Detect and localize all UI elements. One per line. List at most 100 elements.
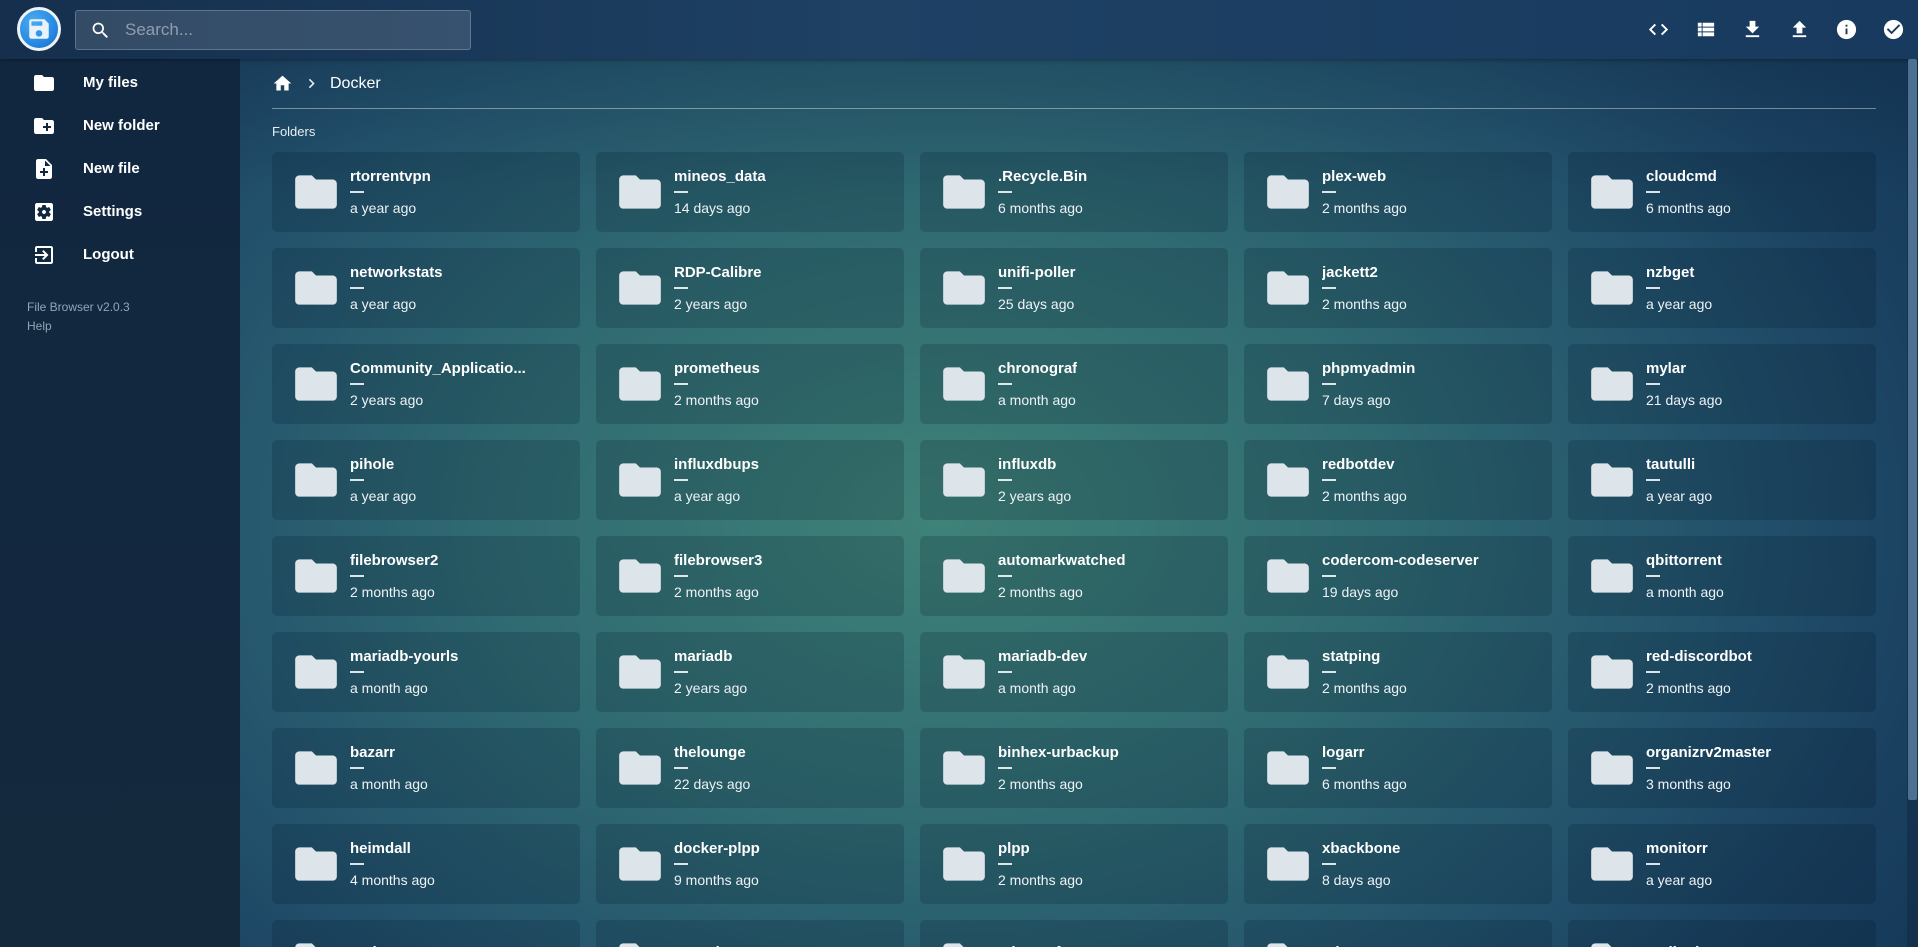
folder-icon — [939, 647, 989, 697]
folder-card[interactable]: plex-web 2 months ago — [1244, 152, 1552, 232]
folder-card[interactable]: code-server — [272, 920, 580, 947]
folder-card[interactable]: thelounge 22 days ago — [596, 728, 904, 808]
folder-card[interactable]: qbittorrent a month ago — [1568, 536, 1876, 616]
folder-modified-time: a month ago — [1646, 584, 1724, 600]
folder-name-dash — [674, 479, 688, 481]
folder-card-text: pihole a year ago — [350, 456, 416, 504]
folder-card[interactable]: xbackbone 8 days ago — [1244, 824, 1552, 904]
folder-name: networkstats — [350, 264, 443, 281]
folder-icon — [291, 455, 341, 505]
sidebar-item-new-file[interactable]: New file — [0, 147, 240, 190]
scrollbar-thumb[interactable] — [1908, 59, 1917, 800]
code-icon — [1647, 18, 1670, 41]
folder-card[interactable]: networkstats a year ago — [272, 248, 580, 328]
folder-card[interactable]: pihole a year ago — [272, 440, 580, 520]
folder-card[interactable]: RDP-Calibre 2 years ago — [596, 248, 904, 328]
folder-card[interactable]: rtorrentvpn a year ago — [272, 152, 580, 232]
folder-card[interactable]: mariadb-dev a month ago — [920, 632, 1228, 712]
scrollbar-track[interactable] — [1907, 59, 1918, 947]
folder-card[interactable]: phpmyadmin 7 days ago — [1244, 344, 1552, 424]
folder-card[interactable]: binhex-urbackup 2 months ago — [920, 728, 1228, 808]
sidebar-footer: File Browser v2.0.3 Help — [27, 298, 240, 336]
folder-name: plpp — [998, 840, 1083, 857]
folder-card[interactable]: filebrowser3 2 months ago — [596, 536, 904, 616]
folder-card[interactable]: heimdall 4 months ago — [272, 824, 580, 904]
folder-card[interactable]: Community_Applicatio... 2 years ago — [272, 344, 580, 424]
folder-icon — [615, 263, 665, 313]
folder-icon — [291, 935, 341, 947]
folder-card[interactable]: nzbget a year ago — [1568, 248, 1876, 328]
sidebar-item-logout[interactable]: Logout — [0, 233, 240, 276]
folder-name: influxdbups — [674, 456, 759, 473]
folder-card[interactable]: influxdb 2 years ago — [920, 440, 1228, 520]
select-button[interactable] — [1882, 18, 1906, 42]
folder-name: logarr — [1322, 744, 1407, 761]
folder-card[interactable]: cloudcmd 6 months ago — [1568, 152, 1876, 232]
folder-card[interactable]: mineos_data 14 days ago — [596, 152, 904, 232]
filebrowser-logo[interactable] — [17, 7, 61, 51]
chevron-right-icon — [302, 74, 321, 93]
folder-name-dash — [674, 575, 688, 577]
folder-card[interactable]: mariadb 2 years ago — [596, 632, 904, 712]
list-view-button[interactable] — [1694, 18, 1718, 42]
folder-card[interactable]: jackett2 2 months ago — [1244, 248, 1552, 328]
download-button[interactable] — [1741, 18, 1765, 42]
folder-modified-time: 8 days ago — [1322, 872, 1400, 888]
home-icon[interactable] — [272, 73, 293, 94]
folder-card[interactable]: organizrv2master 3 months ago — [1568, 728, 1876, 808]
folder-name-dash — [998, 671, 1012, 673]
info-button[interactable] — [1835, 18, 1859, 42]
upload-button[interactable] — [1788, 18, 1812, 42]
folder-card[interactable]: logarr 6 months ago — [1244, 728, 1552, 808]
folder-icon — [1587, 263, 1637, 313]
folder-card-text: codercom-codeserver 19 days ago — [1322, 552, 1479, 600]
folder-card[interactable]: red-discordbot 2 months ago — [1568, 632, 1876, 712]
breadcrumb-current-folder: Docker — [330, 75, 381, 93]
folder-card[interactable]: mineos — [1244, 920, 1552, 947]
folder-card[interactable]: unifi-poller 25 days ago — [920, 248, 1228, 328]
folder-card[interactable]: .Recycle.Bin 6 months ago — [920, 152, 1228, 232]
folder-name: qbittorrent — [1646, 552, 1724, 569]
folder-icon — [1263, 935, 1313, 947]
folder-card[interactable]: plpp 2 months ago — [920, 824, 1228, 904]
folder-card[interactable]: filebrowser2 2 months ago — [272, 536, 580, 616]
raw-code-button[interactable] — [1647, 18, 1671, 42]
folder-card[interactable]: automarkwatched 2 months ago — [920, 536, 1228, 616]
folder-modified-time: 22 days ago — [674, 776, 750, 792]
folder-name-dash — [674, 191, 688, 193]
sidebar-item-settings[interactable]: Settings — [0, 190, 240, 233]
folder-card[interactable]: statping 2 months ago — [1244, 632, 1552, 712]
folder-name-dash — [998, 767, 1012, 769]
folder-name-dash — [1646, 383, 1660, 385]
download-icon — [1741, 18, 1764, 41]
help-link[interactable]: Help — [27, 317, 52, 336]
folder-name-dash — [674, 863, 688, 865]
folder-card[interactable]: monitorr a year ago — [1568, 824, 1876, 904]
folder-name-dash — [1646, 575, 1660, 577]
folder-card[interactable]: tautulli a year ago — [1568, 440, 1876, 520]
folder-name-dash — [1646, 287, 1660, 289]
folder-name-dash — [674, 383, 688, 385]
folder-name-dash — [1646, 863, 1660, 865]
folder-card[interactable]: codimd — [1568, 920, 1876, 947]
folder-modified-time: a year ago — [1646, 488, 1712, 504]
folder-card[interactable]: prometheus 2 months ago — [596, 344, 904, 424]
sidebar-item-new-folder[interactable]: New folder — [0, 104, 240, 147]
folder-card[interactable]: minecraft — [920, 920, 1228, 947]
folder-card[interactable]: influxdbups a year ago — [596, 440, 904, 520]
folder-card[interactable]: codercom-codeserver 19 days ago — [1244, 536, 1552, 616]
folder-card[interactable]: chronograf a month ago — [920, 344, 1228, 424]
folder-card[interactable]: docker-plpp 9 months ago — [596, 824, 904, 904]
folder-card[interactable]: mylar 21 days ago — [1568, 344, 1876, 424]
folder-icon — [939, 551, 989, 601]
folder-card[interactable]: redbotdev 2 months ago — [1244, 440, 1552, 520]
folder-card[interactable]: bazarr a month ago — [272, 728, 580, 808]
search-input[interactable] — [125, 20, 456, 40]
folder-card[interactable]: mariadb-yourls a month ago — [272, 632, 580, 712]
folder-name-dash — [1322, 671, 1336, 673]
folder-modified-time: a year ago — [674, 488, 759, 504]
folder-card[interactable]: organizr — [596, 920, 904, 947]
folder-card-text: cloudcmd 6 months ago — [1646, 168, 1731, 216]
search-box[interactable] — [75, 10, 471, 50]
sidebar-item-my-files[interactable]: My files — [0, 61, 240, 104]
